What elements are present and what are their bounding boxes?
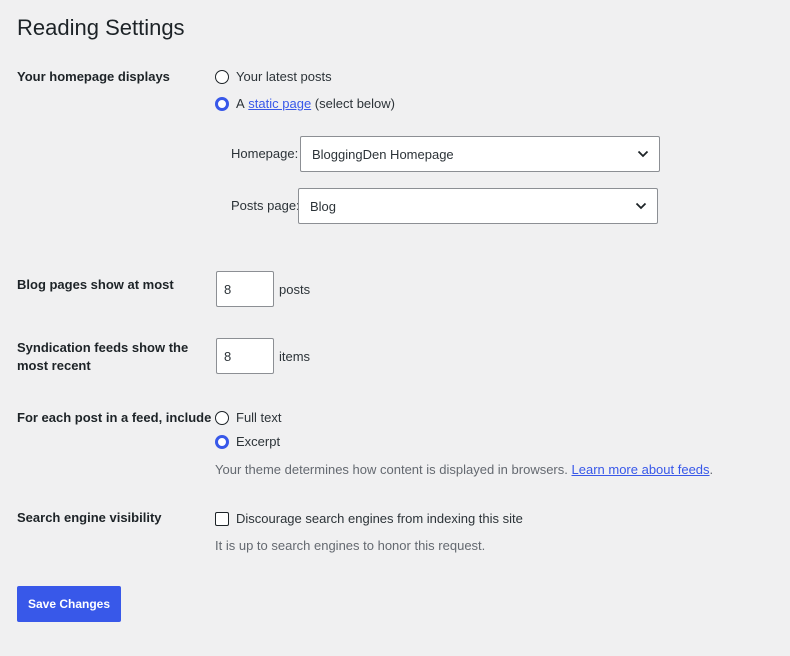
chevron-down-icon xyxy=(635,202,647,210)
radio-excerpt-control[interactable] xyxy=(215,435,229,449)
radio-static-page[interactable]: A static page (select below) xyxy=(215,95,395,113)
radio-full-text-label: Full text xyxy=(236,410,282,425)
discourage-search-checkbox-label: Discourage search engines from indexing … xyxy=(236,511,523,526)
radio-excerpt-label: Excerpt xyxy=(236,434,281,449)
blog-pages-value: 8 xyxy=(224,281,232,297)
radio-latest-posts-label: Your latest posts xyxy=(236,69,332,84)
posts-page-select[interactable]: Blog xyxy=(298,188,658,224)
radio-full-text[interactable]: Full text xyxy=(215,409,282,427)
feed-description-text: Your theme determines how content is dis… xyxy=(215,462,568,477)
reading-settings-page: Reading Settings Your homepage displays … xyxy=(0,0,790,656)
radio-static-page-suffix: (select below) xyxy=(314,96,395,111)
search-visibility-label: Search engine visibility xyxy=(17,510,162,525)
syndication-label: Syndication feeds show the most recent xyxy=(17,340,189,373)
learn-more-feeds-link[interactable]: Learn more about feeds xyxy=(572,462,710,477)
blog-pages-suffix: posts xyxy=(279,282,311,297)
radio-full-text-control[interactable] xyxy=(215,411,229,425)
blog-pages-label: Blog pages show at most xyxy=(17,277,174,292)
blog-pages-input[interactable]: 8 xyxy=(216,271,274,307)
posts-page-select-value: Blog xyxy=(310,198,337,214)
discourage-search-checkbox-control[interactable] xyxy=(215,512,229,526)
syndication-value: 8 xyxy=(224,348,232,364)
chevron-down-icon xyxy=(637,150,649,158)
homepage-select[interactable]: BloggingDen Homepage xyxy=(300,136,660,172)
static-page-link[interactable]: static page xyxy=(248,95,311,113)
radio-excerpt[interactable]: Excerpt xyxy=(215,433,280,451)
syndication-input[interactable]: 8 xyxy=(216,338,274,374)
homepage-select-label: Homepage: xyxy=(231,146,299,161)
radio-static-page-prefix: A xyxy=(236,96,245,111)
feed-description-suffix: . xyxy=(709,462,714,477)
discourage-search-checkbox[interactable]: Discourage search engines from indexing … xyxy=(215,510,523,528)
feed-include-label: For each post in a feed, include xyxy=(17,410,212,425)
syndication-suffix: items xyxy=(279,349,311,364)
radio-latest-posts[interactable]: Your latest posts xyxy=(215,68,332,86)
save-changes-button[interactable]: Save Changes xyxy=(17,586,121,622)
radio-latest-posts-control[interactable] xyxy=(215,70,229,84)
homepage-displays-label: Your homepage displays xyxy=(17,69,170,84)
search-visibility-description: It is up to search engines to honor this… xyxy=(215,538,486,553)
page-title: Reading Settings xyxy=(17,15,185,40)
feed-description: Your theme determines how content is dis… xyxy=(215,461,713,479)
posts-page-select-label: Posts page: xyxy=(231,198,300,213)
radio-static-page-control[interactable] xyxy=(215,97,229,111)
homepage-select-value: BloggingDen Homepage xyxy=(312,146,454,162)
